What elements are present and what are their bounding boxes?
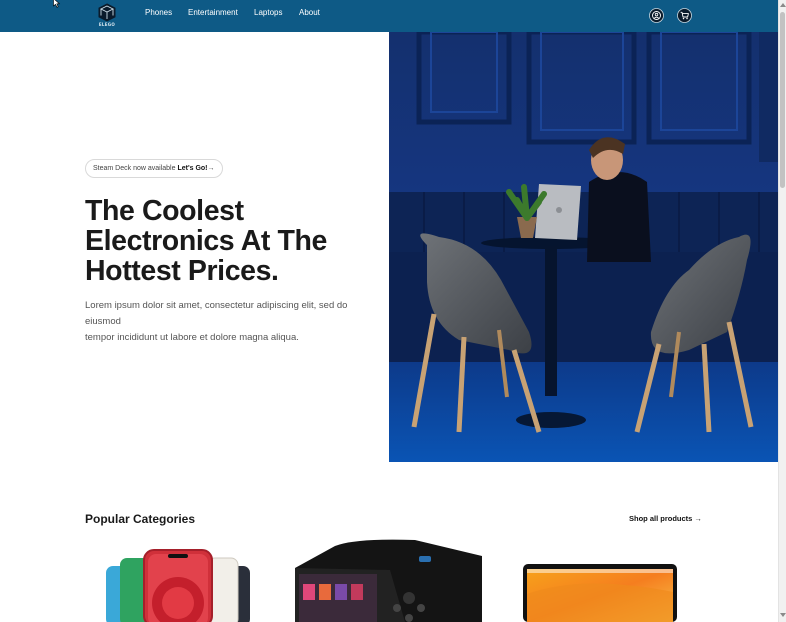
nav-link-about[interactable]: About — [299, 8, 320, 17]
shop-all-products-link[interactable]: Shop all products → — [629, 514, 702, 523]
navbar: ELEGO Phones Entertainment Laptops About — [0, 0, 778, 32]
category-phones-image[interactable] — [104, 548, 254, 622]
hero-title: The Coolest Electronics At The Hottest P… — [85, 196, 385, 286]
hero-image — [389, 32, 778, 462]
hero-title-line-2: Electronics At The — [85, 225, 327, 257]
scroll-down-arrow-icon[interactable] — [779, 612, 786, 618]
scrollbar-thumb[interactable] — [780, 12, 785, 188]
nav-link-entertainment[interactable]: Entertainment — [188, 8, 238, 17]
cube-logo-icon — [98, 3, 116, 22]
hero-description-line-1: Lorem ipsum dolor sit amet, consectetur … — [85, 300, 348, 327]
mouse-cursor-icon — [53, 0, 61, 8]
hero-description: Lorem ipsum dolor sit amet, consectetur … — [85, 298, 385, 346]
page: ELEGO Phones Entertainment Laptops About — [0, 0, 786, 622]
page-scrollbar[interactable] — [778, 0, 786, 622]
hero-title-line-1: The Coolest — [85, 195, 244, 227]
category-gaming-image[interactable] — [295, 538, 482, 622]
scroll-up-arrow-icon[interactable] — [779, 2, 786, 8]
hero-title-line-3: Hottest Prices. — [85, 255, 279, 287]
announcement-pill[interactable]: Steam Deck now available Let's Go!→ — [85, 159, 223, 178]
category-laptops-image[interactable] — [523, 564, 677, 622]
hero-description-line-2: tempor incididunt ut labore et dolore ma… — [85, 332, 299, 343]
logo-text: ELEGO — [98, 22, 116, 27]
nav-link-phones[interactable]: Phones — [145, 8, 172, 17]
section-title: Popular Categories — [85, 512, 196, 526]
cart-icon[interactable] — [677, 8, 692, 23]
logo[interactable]: ELEGO — [96, 3, 118, 29]
arrow-right-icon: → — [207, 165, 215, 172]
account-icon[interactable] — [649, 8, 664, 23]
nav-link-laptops[interactable]: Laptops — [254, 8, 282, 17]
announcement-text: Steam Deck now available — [93, 165, 178, 172]
announcement-link[interactable]: Let's Go! — [177, 165, 207, 172]
